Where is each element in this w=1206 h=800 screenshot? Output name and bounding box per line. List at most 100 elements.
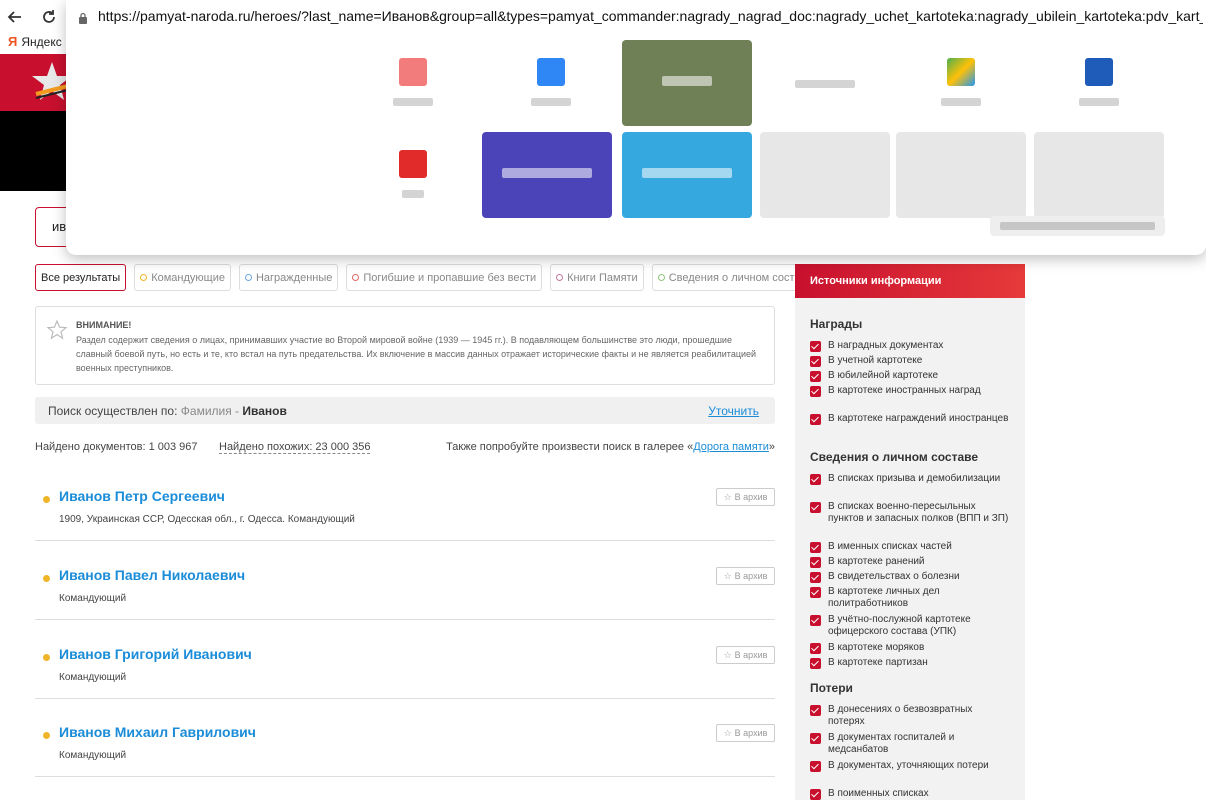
checkbox-label: В картотеке личных дел политработников [828,586,940,609]
checkbox-checked-icon [810,789,821,800]
checkbox-conscription-lists[interactable]: В списках призыва и демобилизации [810,473,1010,485]
archive-label: В архив [734,492,768,502]
checkbox-checked-icon [810,587,821,598]
search-criteria: Поиск осуществлен по: Фамилия - Иванов [48,404,287,418]
search-criteria-field: Фамилия [180,404,232,418]
result-name-link[interactable]: Иванов Петр Сергеевич [59,488,225,504]
tab-awarded[interactable]: Награжденные [238,264,339,291]
checkbox-label: В учетной картотеке [828,355,923,366]
checkbox-label: В списках военно-пересыльных пунктов и з… [828,501,1009,524]
checkbox-label: В свидетельствах о болезни [828,571,960,582]
tab-killed-missing[interactable]: Погибшие и пропавшие без вести [346,264,543,291]
archive-label: В архив [734,650,768,660]
checkbox-label: В картотеке иностранных наград [828,385,981,396]
bookmark-yandex[interactable]: Я Яндекс [8,34,62,49]
checkbox-name-lists[interactable]: В поименных списках [810,788,1010,800]
checkbox-award-docs[interactable]: В наградных документах [810,340,1010,352]
omnibox-footer-link[interactable] [990,216,1165,236]
tile-caption [502,168,592,178]
checkbox-checked-icon [810,542,821,553]
result-name-link[interactable]: Иванов Григорий Иванович [59,646,252,662]
omnibox-dropdown: https://pamyat-naroda.ru/heroes/?last_na… [66,0,1206,255]
tile-icon [1085,58,1113,86]
checkbox-checked-icon [810,502,821,513]
add-to-archive-button[interactable]: ☆ В архив [716,646,775,664]
checkbox-foreign-awards[interactable]: В картотеке иностранных наград [810,385,1010,397]
checkbox-political-workers[interactable]: В картотеке личных дел политработников [810,586,1010,610]
result-item: Иванов Михаил Гаврилович Командующий ☆ В … [35,719,775,777]
road-of-memory-link[interactable]: Дорога памяти [693,441,769,453]
url-text[interactable]: https://pamyat-naroda.ru/heroes/?last_na… [98,8,1203,24]
checkbox-jubilee-cards[interactable]: В юбилейной картотеке [810,370,1010,382]
speed-dial-tile[interactable] [760,40,890,126]
checkbox-illness-certificates[interactable]: В свидетельствах о болезни [810,571,1010,583]
checkbox-account-cards[interactable]: В учетной картотеке [810,355,1010,367]
checkbox-label: В именных списках частей [828,541,952,552]
checkbox-checked-icon [810,356,821,367]
result-description: Командующий [59,593,127,604]
tab-memory-books[interactable]: Книги Памяти [550,264,644,291]
search-summary-bar: Поиск осуществлен по: Фамилия - Иванов У… [35,397,775,424]
tab-commanders[interactable]: Командующие [134,264,231,291]
checkbox-checked-icon [810,705,821,716]
refine-search-link[interactable]: Уточнить [708,404,759,418]
back-arrow-icon[interactable] [4,6,26,28]
checkbox-partisans-cards[interactable]: В картотеке партизан [810,657,1010,669]
star-icon: ☆ [723,570,732,581]
checkbox-label: В картотеке награждений иностранцев [828,413,1009,424]
reload-icon[interactable] [38,6,60,28]
sidebar-title: Источники информации [795,264,1025,298]
checkbox-checked-icon [810,371,821,382]
checkbox-officer-cards[interactable]: В учётно-послужной картотеке офицерского… [810,614,1010,638]
speed-dial-tile[interactable] [622,132,752,218]
checkbox-label: В документах, уточняющих потери [828,760,989,771]
tab-label: Сведения о личном составе [668,271,813,284]
result-item: Иванов Григорий Иванович Командующий ☆ В … [35,641,775,699]
checkbox-checked-icon [810,733,821,744]
checkbox-label: В картотеке ранений [828,556,925,567]
address-bar[interactable]: https://pamyat-naroda.ru/heroes/?last_na… [66,2,1206,32]
similar-found-link[interactable]: Найдено похожих: 23 000 356 [219,441,371,454]
checkbox-irrecoverable-losses[interactable]: В донесениях о безвозвратных потерях [810,704,1010,728]
add-to-archive-button[interactable]: ☆ В архив [716,488,775,506]
speed-dial-tile[interactable] [760,132,890,218]
tile-caption [662,76,712,86]
warning-title: ВНИМАНИЕ! [76,320,132,330]
tab-label: Командующие [151,271,225,284]
add-to-archive-button[interactable]: ☆ В архив [716,724,775,742]
checkbox-label: В наградных документах [828,340,944,351]
speed-dial-tile[interactable] [348,132,478,218]
star-icon: ☆ [723,491,732,502]
speed-dial-tile[interactable] [1034,132,1164,218]
checkbox-label: В документах госпиталей и медсанбатов [828,732,955,755]
checkbox-hospital-docs[interactable]: В документах госпиталей и медсанбатов [810,732,1010,756]
group-title-personnel: Сведения о личном составе [810,450,979,464]
checkbox-checked-icon [810,557,821,568]
add-to-archive-button[interactable]: ☆ В архив [716,567,775,585]
checkbox-clarifying-docs[interactable]: В документах, уточняющих потери [810,760,1010,772]
dot-icon [140,274,148,281]
speed-dial-tile[interactable] [896,132,1026,218]
speed-dial-tile[interactable] [622,40,752,126]
tile-caption [941,98,981,106]
dot-icon [244,274,252,281]
checkbox-unit-lists[interactable]: В именных списках частей [810,541,1010,553]
checkbox-transit-points[interactable]: В списках военно-пересыльных пунктов и з… [810,501,1010,525]
star-icon: ☆ [723,727,732,738]
checkbox-sailors-cards[interactable]: В картотеке моряков [810,642,1010,654]
result-name-link[interactable]: Иванов Михаил Гаврилович [59,724,256,740]
speed-dial-tile[interactable] [896,40,1026,126]
speed-dial-tile[interactable] [486,40,616,126]
speed-dial-tile[interactable] [482,132,612,218]
tab-all-results[interactable]: Все результаты [35,264,127,291]
tab-personnel-info[interactable]: Сведения о личном составе [651,264,819,291]
dot-icon [556,274,564,281]
speed-dial-tile[interactable] [1034,40,1164,126]
commander-dot-icon [43,654,50,661]
checkbox-foreigner-awards[interactable]: В картотеке награждений иностранцев [810,413,1010,425]
checkbox-wound-cards[interactable]: В картотеке ранений [810,556,1010,568]
commander-dot-icon [43,496,50,503]
speed-dial-tile[interactable] [348,40,478,126]
commander-dot-icon [43,732,50,739]
result-name-link[interactable]: Иванов Павел Николаевич [59,567,245,583]
